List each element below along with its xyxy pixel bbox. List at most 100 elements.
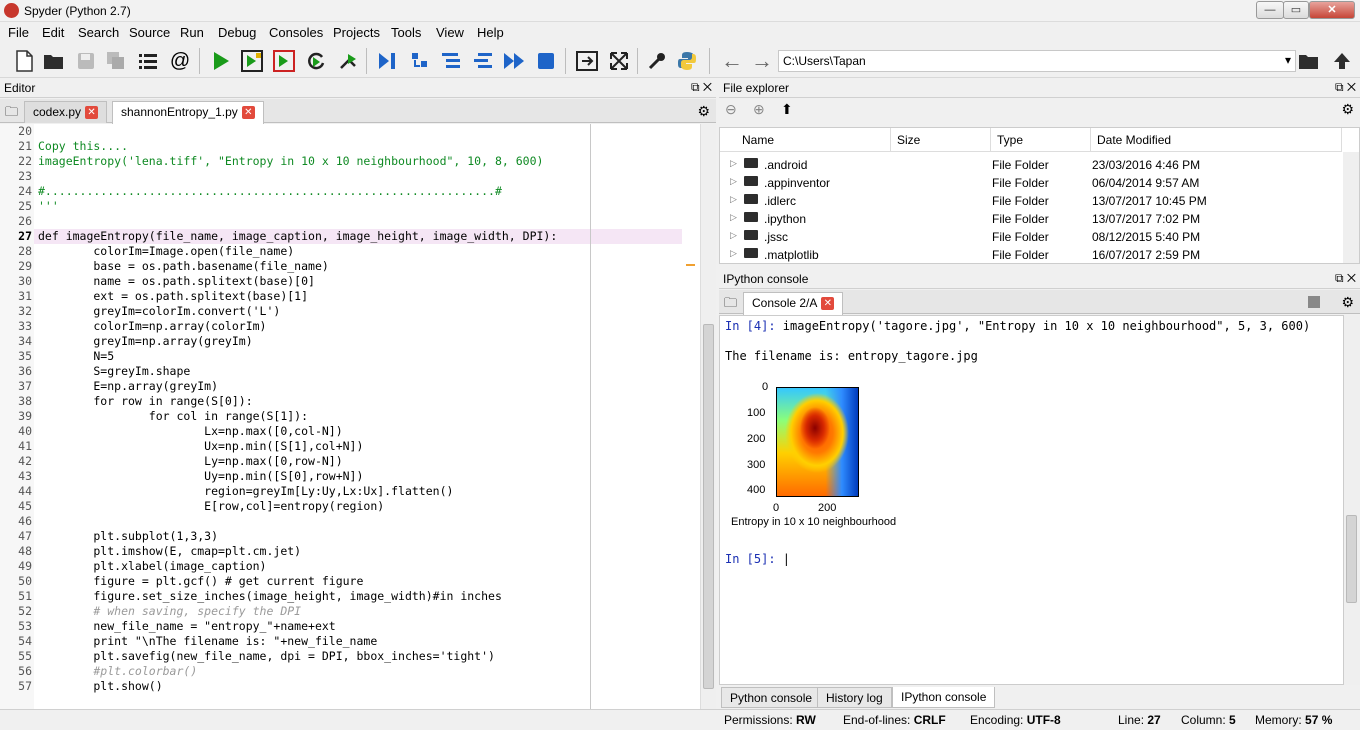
expand-arrow-icon[interactable]: ▷: [730, 248, 737, 259]
step-icon[interactable]: [408, 49, 432, 73]
expand-arrow-icon[interactable]: ▷: [730, 194, 737, 205]
tab-python-console[interactable]: Python console: [721, 687, 822, 708]
gear-icon[interactable]: ⚙: [1341, 294, 1354, 311]
console-bottom-tabs: Python console History log IPython conso…: [719, 687, 1360, 709]
prompt: In [4]:: [725, 319, 783, 333]
file-row[interactable]: ▷ .ipython File Folder 13/07/2017 7:02 PM: [720, 210, 1342, 228]
back-arrow-icon[interactable]: ←: [720, 49, 744, 73]
preferences-icon[interactable]: [645, 49, 669, 73]
menu-file[interactable]: File: [8, 25, 29, 40]
menu-source[interactable]: Source: [129, 25, 170, 40]
parent-dir-icon[interactable]: ⬆: [781, 101, 793, 118]
step-into-icon[interactable]: [439, 49, 463, 73]
maximize-button[interactable]: ▭: [1283, 1, 1309, 19]
file-row[interactable]: ▷ .jssc File Folder 08/12/2015 5:40 PM: [720, 228, 1342, 246]
menu-help[interactable]: Help: [477, 25, 504, 40]
new-file-icon[interactable]: [12, 49, 36, 73]
file-row[interactable]: ▷ .matplotlib File Folder 16/07/2017 2:59 P…: [720, 246, 1342, 263]
tab-shannon-entropy[interactable]: shannonEntropy_1.py ✕: [112, 101, 264, 124]
menu-run[interactable]: Run: [180, 25, 204, 40]
rerun-icon[interactable]: [304, 49, 328, 73]
list-icon[interactable]: [136, 49, 160, 73]
fullscreen-icon[interactable]: [607, 49, 631, 73]
column-header-size[interactable]: Size: [891, 128, 991, 152]
file-row[interactable]: ▷ .appinventor File Folder 06/04/2014 9:57 …: [720, 174, 1342, 192]
run-icon[interactable]: [209, 49, 233, 73]
editor-scroll-thumb[interactable]: [703, 324, 714, 689]
menu-edit[interactable]: Edit: [42, 25, 64, 40]
pane-undock-icon[interactable]: ⧉ ✕: [1335, 80, 1356, 95]
minimize-button[interactable]: —: [1256, 1, 1284, 19]
edge-line: [590, 124, 591, 709]
plot-xlabel: Entropy in 10 x 10 neighbourhood: [731, 516, 897, 528]
run-cell-advance-icon[interactable]: [272, 49, 296, 73]
stop-icon[interactable]: [534, 49, 558, 73]
close-button[interactable]: ✕: [1309, 1, 1355, 19]
step-return-icon[interactable]: [471, 49, 495, 73]
file-explorer-header: File explorer ⧉ ✕: [719, 79, 1360, 98]
at-icon[interactable]: @: [168, 49, 192, 73]
close-tab-icon[interactable]: ✕: [241, 106, 255, 120]
editor-scrollbar[interactable]: [700, 124, 716, 709]
line-number: 44: [18, 484, 32, 498]
save-all-icon[interactable]: [104, 49, 128, 73]
console-scroll-thumb[interactable]: [1346, 515, 1357, 603]
maximize-pane-icon[interactable]: [575, 49, 599, 73]
line-status: Line: 27: [1118, 713, 1161, 727]
close-tab-icon[interactable]: ✕: [821, 297, 835, 311]
pane-undock-icon[interactable]: ⧉ ✕: [1335, 271, 1356, 286]
run-selection-icon[interactable]: [336, 49, 360, 73]
browse-directory-icon[interactable]: [1297, 49, 1321, 73]
expand-arrow-icon[interactable]: ▷: [730, 230, 737, 241]
browse-tabs-icon[interactable]: 🗀: [724, 294, 737, 316]
column-header-name[interactable]: Name: [720, 128, 891, 152]
y-tick-0: 0: [762, 381, 769, 393]
continue-icon[interactable]: [502, 49, 526, 73]
pane-undock-icon[interactable]: ⧉ ✕: [691, 80, 712, 95]
permissions-status: Permissions: RW: [724, 713, 816, 727]
input-line-5[interactable]: In [5]: |: [725, 552, 790, 566]
command: imageEntropy('tagore.jpg', "Entropy in 1…: [782, 319, 1311, 333]
menu-consoles[interactable]: Consoles: [269, 25, 323, 40]
tab-codex[interactable]: codex.py ✕: [24, 101, 108, 123]
open-file-icon[interactable]: [42, 49, 66, 73]
close-tab-icon[interactable]: ✕: [85, 106, 99, 120]
file-table-scrollbar[interactable]: [1343, 152, 1359, 263]
browse-tabs-icon[interactable]: 🗀: [5, 103, 18, 125]
console-output[interactable]: In [4]: imageEntropy('tagore.jpg', "Entr…: [719, 315, 1344, 685]
tab-history-log[interactable]: History log: [817, 687, 892, 708]
menu-debug[interactable]: Debug: [218, 25, 256, 40]
expand-arrow-icon[interactable]: ▷: [730, 158, 737, 169]
stop-kernel-icon[interactable]: [1308, 296, 1320, 308]
forward-arrow-icon[interactable]: →: [750, 49, 774, 73]
file-row[interactable]: ▷ .android File Folder 23/03/2016 4:46 PM: [720, 156, 1342, 174]
working-directory-input[interactable]: C:\Users\Tapan ▾: [778, 50, 1296, 72]
tab-console-2a[interactable]: Console 2/A ✕: [743, 292, 844, 315]
expand-arrow-icon[interactable]: ▷: [730, 176, 737, 187]
back-icon[interactable]: ⊖: [725, 101, 737, 118]
console-scrollbar[interactable]: [1344, 315, 1360, 685]
debug-icon[interactable]: [375, 49, 399, 73]
parent-directory-icon[interactable]: [1330, 49, 1354, 73]
forward-icon[interactable]: ⊕: [753, 101, 765, 118]
line-number: 53: [18, 619, 32, 633]
expand-arrow-icon[interactable]: ▷: [730, 212, 737, 223]
code-line: ''': [38, 199, 59, 213]
file-row[interactable]: ▷ .idlerc File Folder 13/07/2017 10:45 PM: [720, 192, 1342, 210]
column-header-date-modified[interactable]: Date Modified: [1091, 128, 1342, 152]
gear-icon[interactable]: ⚙: [697, 103, 710, 120]
tab-ipython-console[interactable]: IPython console: [892, 687, 996, 708]
column-header-type[interactable]: Type: [991, 128, 1091, 152]
run-cell-icon[interactable]: [240, 49, 264, 73]
menu-tools[interactable]: Tools: [391, 25, 421, 40]
chevron-down-icon[interactable]: ▾: [1285, 53, 1291, 67]
code-editor[interactable]: 20 21 22 23 24 25 26 27 28 29 30 31 32 33 34 35 36 37 38 39…: [0, 124, 700, 709]
gear-icon[interactable]: ⚙: [1341, 101, 1354, 118]
menu-view[interactable]: View: [436, 25, 464, 40]
entropy-plot-image: [776, 387, 859, 497]
menu-projects[interactable]: Projects: [333, 25, 380, 40]
save-icon[interactable]: [74, 49, 98, 73]
python-path-icon[interactable]: [675, 49, 699, 73]
menu-search[interactable]: Search: [78, 25, 119, 40]
folder-icon: [744, 194, 758, 204]
